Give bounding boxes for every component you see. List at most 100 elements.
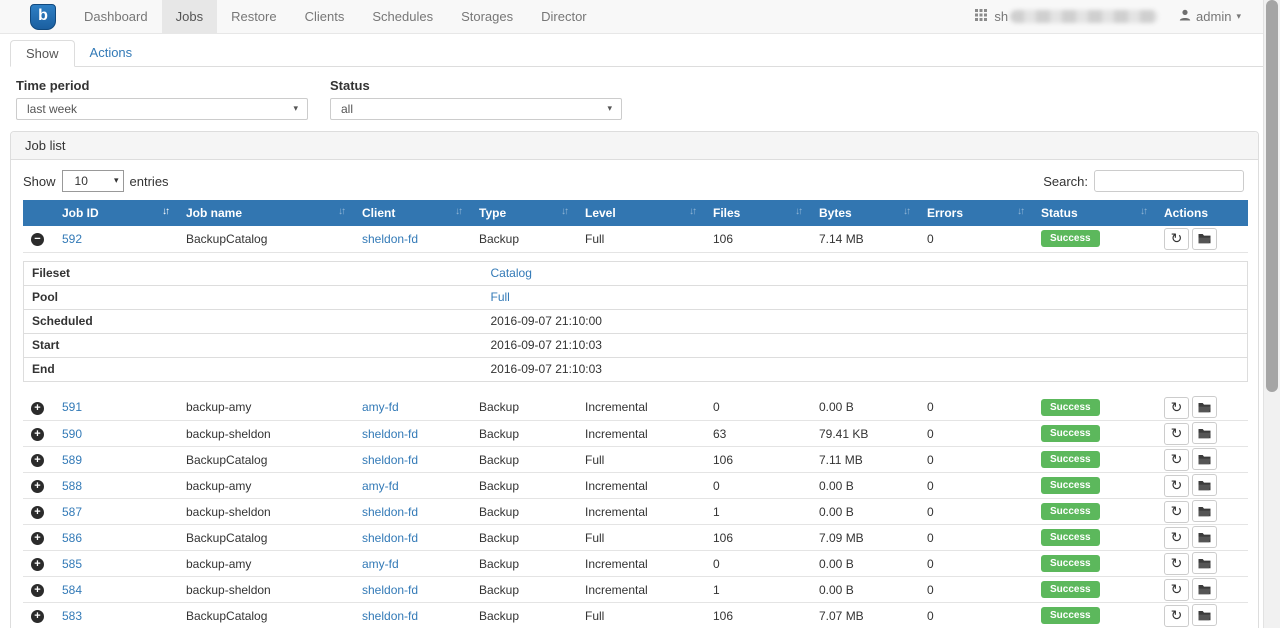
search-input[interactable]: [1094, 170, 1244, 192]
rerun-job-button[interactable]: ↻: [1164, 397, 1189, 419]
job-id-link[interactable]: 583: [62, 609, 82, 623]
job-id-link[interactable]: 591: [62, 400, 82, 414]
detail-fileset-link[interactable]: Catalog: [491, 266, 532, 280]
tab-actions[interactable]: Actions: [75, 40, 148, 67]
job-id-link[interactable]: 590: [62, 427, 82, 441]
scrollbar-thumb[interactable]: [1266, 0, 1278, 392]
rerun-job-button[interactable]: ↻: [1164, 228, 1189, 250]
page-length-select[interactable]: 10 ▾: [62, 170, 124, 192]
cell-job-name: backup-sheldon: [178, 421, 354, 447]
restore-files-button[interactable]: [1192, 422, 1217, 444]
client-link[interactable]: amy-fd: [362, 479, 399, 493]
rerun-job-button[interactable]: ↻: [1164, 527, 1189, 549]
nav-item-clients[interactable]: Clients: [291, 0, 359, 34]
expand-row-icon[interactable]: +: [31, 506, 44, 519]
job-row-589: +589BackupCatalogsheldon-fdBackupFull106…: [23, 447, 1248, 473]
cell-job-files: 1: [705, 577, 811, 603]
nav-item-dashboard[interactable]: Dashboard: [70, 0, 162, 34]
restore-files-button[interactable]: [1192, 604, 1217, 626]
client-link[interactable]: sheldon-fd: [362, 609, 418, 623]
expand-row-icon[interactable]: +: [31, 558, 44, 571]
client-link[interactable]: amy-fd: [362, 400, 399, 414]
restore-files-button[interactable]: [1192, 526, 1217, 548]
rerun-job-button[interactable]: ↻: [1164, 501, 1189, 523]
job-detail-cell: FilesetCatalogPoolFullScheduled2016-09-0…: [23, 252, 1248, 395]
restore-files-button[interactable]: [1192, 228, 1217, 250]
job-bytes: 0.00 B: [819, 505, 854, 519]
client-link[interactable]: amy-fd: [362, 557, 399, 571]
bareos-logo[interactable]: b: [30, 4, 56, 30]
client-link[interactable]: sheldon-fd: [362, 583, 418, 597]
time-period-filter: Time period last week ▾: [16, 78, 308, 120]
expand-row-icon[interactable]: +: [31, 480, 44, 493]
tab-show[interactable]: Show: [10, 40, 75, 67]
restore-files-button[interactable]: [1192, 448, 1217, 470]
expand-row-icon[interactable]: +: [31, 428, 44, 441]
detail-scheduled-value: 2016-09-07 21:10:00: [491, 314, 602, 328]
rerun-job-button[interactable]: ↻: [1164, 605, 1189, 627]
column-header-level[interactable]: Level↓↑: [577, 200, 705, 226]
nav-item-restore[interactable]: Restore: [217, 0, 291, 34]
time-period-select[interactable]: last week ▾: [16, 98, 308, 120]
job-id-link[interactable]: 584: [62, 583, 82, 597]
column-header-files[interactable]: Files↓↑: [705, 200, 811, 226]
user-icon: [1179, 9, 1191, 24]
job-id-link[interactable]: 588: [62, 479, 82, 493]
expand-row-icon[interactable]: +: [31, 454, 44, 467]
filters: Time period last week ▾ Status all ▾: [16, 78, 1263, 120]
detail-label-fileset: Fileset: [24, 261, 483, 285]
cell-job-id: 589: [54, 447, 178, 473]
nav-item-director[interactable]: Director: [527, 0, 601, 34]
collapse-row-icon[interactable]: −: [31, 233, 44, 246]
column-header-bytes[interactable]: Bytes↓↑: [811, 200, 919, 226]
vertical-scrollbar[interactable]: [1263, 0, 1280, 628]
expand-row-icon[interactable]: +: [31, 584, 44, 597]
status-badge: Success: [1041, 425, 1100, 442]
restore-files-button[interactable]: [1192, 474, 1217, 496]
nav-item-storages[interactable]: Storages: [447, 0, 527, 34]
column-header-status[interactable]: Status↓↑: [1033, 200, 1156, 226]
cell-job-type: Backup: [471, 226, 577, 252]
column-header-label: Files: [713, 206, 740, 220]
column-header-job-name[interactable]: Job name↓↑: [178, 200, 354, 226]
expand-row-icon[interactable]: +: [31, 402, 44, 415]
client-link[interactable]: sheldon-fd: [362, 453, 418, 467]
rerun-job-button[interactable]: ↻: [1164, 475, 1189, 497]
job-id-link[interactable]: 589: [62, 453, 82, 467]
rerun-job-button[interactable]: ↻: [1164, 449, 1189, 471]
rerun-job-button[interactable]: ↻: [1164, 423, 1189, 445]
cell-job-level: Full: [577, 603, 705, 628]
job-bytes: 0.00 B: [819, 583, 854, 597]
column-header-type[interactable]: Type↓↑: [471, 200, 577, 226]
job-id-link[interactable]: 587: [62, 505, 82, 519]
column-header-job-id[interactable]: Job ID↓↑: [54, 200, 178, 226]
search-control: Search:: [1043, 170, 1244, 192]
job-id-link[interactable]: 586: [62, 531, 82, 545]
client-link[interactable]: sheldon-fd: [362, 427, 418, 441]
restore-files-button[interactable]: [1192, 552, 1217, 574]
job-id-link[interactable]: 585: [62, 557, 82, 571]
expand-row-icon[interactable]: +: [31, 532, 44, 545]
cell-client: sheldon-fd: [354, 226, 471, 252]
status-select[interactable]: all ▾: [330, 98, 622, 120]
client-link[interactable]: sheldon-fd: [362, 505, 418, 519]
nav-item-jobs[interactable]: Jobs: [162, 0, 217, 34]
job-errors: 0: [927, 505, 934, 519]
restore-files-button[interactable]: [1192, 578, 1217, 600]
job-id-link[interactable]: 592: [62, 232, 82, 246]
restore-files-button[interactable]: [1192, 396, 1217, 418]
user-menu[interactable]: admin ▾: [1179, 9, 1241, 24]
rerun-job-button[interactable]: ↻: [1164, 553, 1189, 575]
detail-pool-link[interactable]: Full: [491, 290, 510, 304]
client-link[interactable]: sheldon-fd: [362, 531, 418, 545]
expand-row-icon[interactable]: +: [31, 610, 44, 623]
column-header-errors[interactable]: Errors↓↑: [919, 200, 1033, 226]
restore-files-button[interactable]: [1192, 500, 1217, 522]
column-header-client[interactable]: Client↓↑: [354, 200, 471, 226]
cell-expand: +: [23, 473, 54, 499]
nav-item-schedules[interactable]: Schedules: [358, 0, 447, 34]
sort-icon: ↓↑: [903, 206, 909, 217]
client-link[interactable]: sheldon-fd: [362, 232, 418, 246]
rerun-job-button[interactable]: ↻: [1164, 579, 1189, 601]
grid-icon[interactable]: [975, 9, 987, 24]
